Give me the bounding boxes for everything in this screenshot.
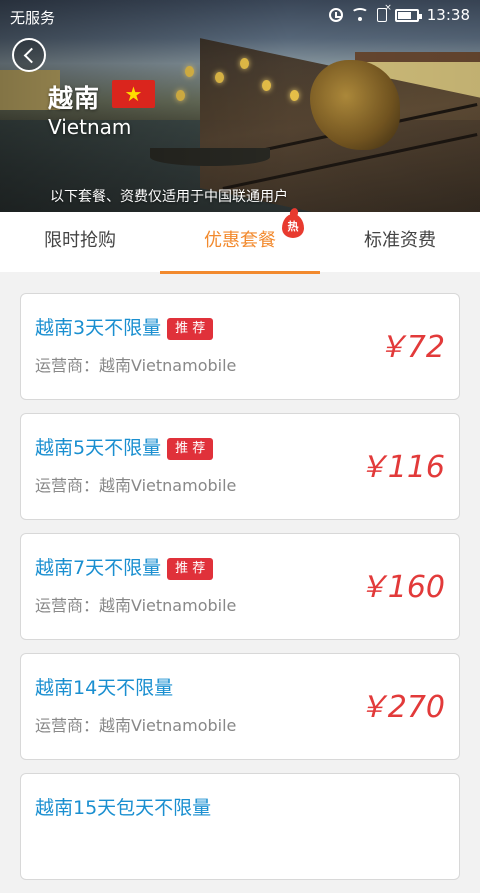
country-subtitle: Vietnam (48, 115, 132, 139)
tab-flash-sale[interactable]: 限时抢购 (0, 212, 160, 272)
package-price: ￥72 (376, 330, 445, 365)
no-sim-icon (376, 3, 392, 22)
recommend-badge: 推 荐 (167, 558, 214, 580)
package-name-row: 越南5天不限量推 荐 (35, 433, 214, 460)
package-card[interactable]: 越南7天不限量推 荐 运营商：越南Vietnamobile ￥160 (20, 533, 460, 640)
package-name: 越南15天包天不限量 (35, 797, 212, 819)
package-list: 越南3天不限量推 荐 运营商：越南Vietnamobile ￥72 越南5天不限… (20, 293, 460, 893)
package-operator: 运营商：越南Vietnamobile (35, 596, 237, 615)
back-button[interactable] (12, 38, 46, 72)
package-operator: 运营商：越南Vietnamobile (35, 356, 237, 375)
package-price: ￥160 (357, 570, 445, 605)
package-name: 越南5天不限量 (35, 437, 162, 459)
package-card[interactable]: 越南5天不限量推 荐 运营商：越南Vietnamobile ￥116 (20, 413, 460, 520)
package-card[interactable]: 越南15天包天不限量 (20, 773, 460, 880)
battery-icon (394, 8, 422, 22)
package-name-row: 越南14天不限量 (35, 673, 173, 700)
package-name: 越南3天不限量 (35, 317, 162, 339)
hot-badge-icon: 热 (282, 214, 304, 238)
tab-standard-rates[interactable]: 标准资费 (320, 212, 480, 272)
alarm-icon (328, 8, 343, 22)
package-name-row: 越南3天不限量推 荐 (35, 313, 214, 340)
country-title: 越南 (48, 84, 101, 113)
package-name: 越南14天不限量 (35, 677, 174, 699)
recommend-badge: 推 荐 (167, 318, 214, 340)
recommend-badge: 推 荐 (167, 438, 214, 460)
flag-star: ★ (124, 82, 143, 106)
package-name-row: 越南7天不限量推 荐 (35, 553, 214, 580)
package-card[interactable]: 越南14天不限量 运营商：越南Vietnamobile ￥270 (20, 653, 460, 760)
package-operator: 运营商：越南Vietnamobile (35, 476, 237, 495)
package-card[interactable]: 越南3天不限量推 荐 运营商：越南Vietnamobile ￥72 (20, 293, 460, 400)
wifi-icon (350, 8, 369, 22)
clock: 13:38 (426, 6, 470, 24)
package-name-row: 越南15天包天不限量 (35, 793, 211, 820)
package-operator: 运营商：越南Vietnamobile (35, 716, 237, 735)
status-bar: 无服务 13:38 (0, 0, 480, 32)
notice-text: 以下套餐、资费仅适用于中国联通用户 (50, 189, 288, 205)
vietnam-flag-icon: ★ (112, 80, 155, 108)
package-name: 越南7天不限量 (35, 557, 162, 579)
package-price: ￥116 (357, 450, 445, 485)
tab-bar: 限时抢购 优惠套餐 标准资费 (0, 212, 480, 274)
carrier-label: 无服务 (10, 9, 56, 27)
package-price: ￥270 (357, 690, 445, 725)
